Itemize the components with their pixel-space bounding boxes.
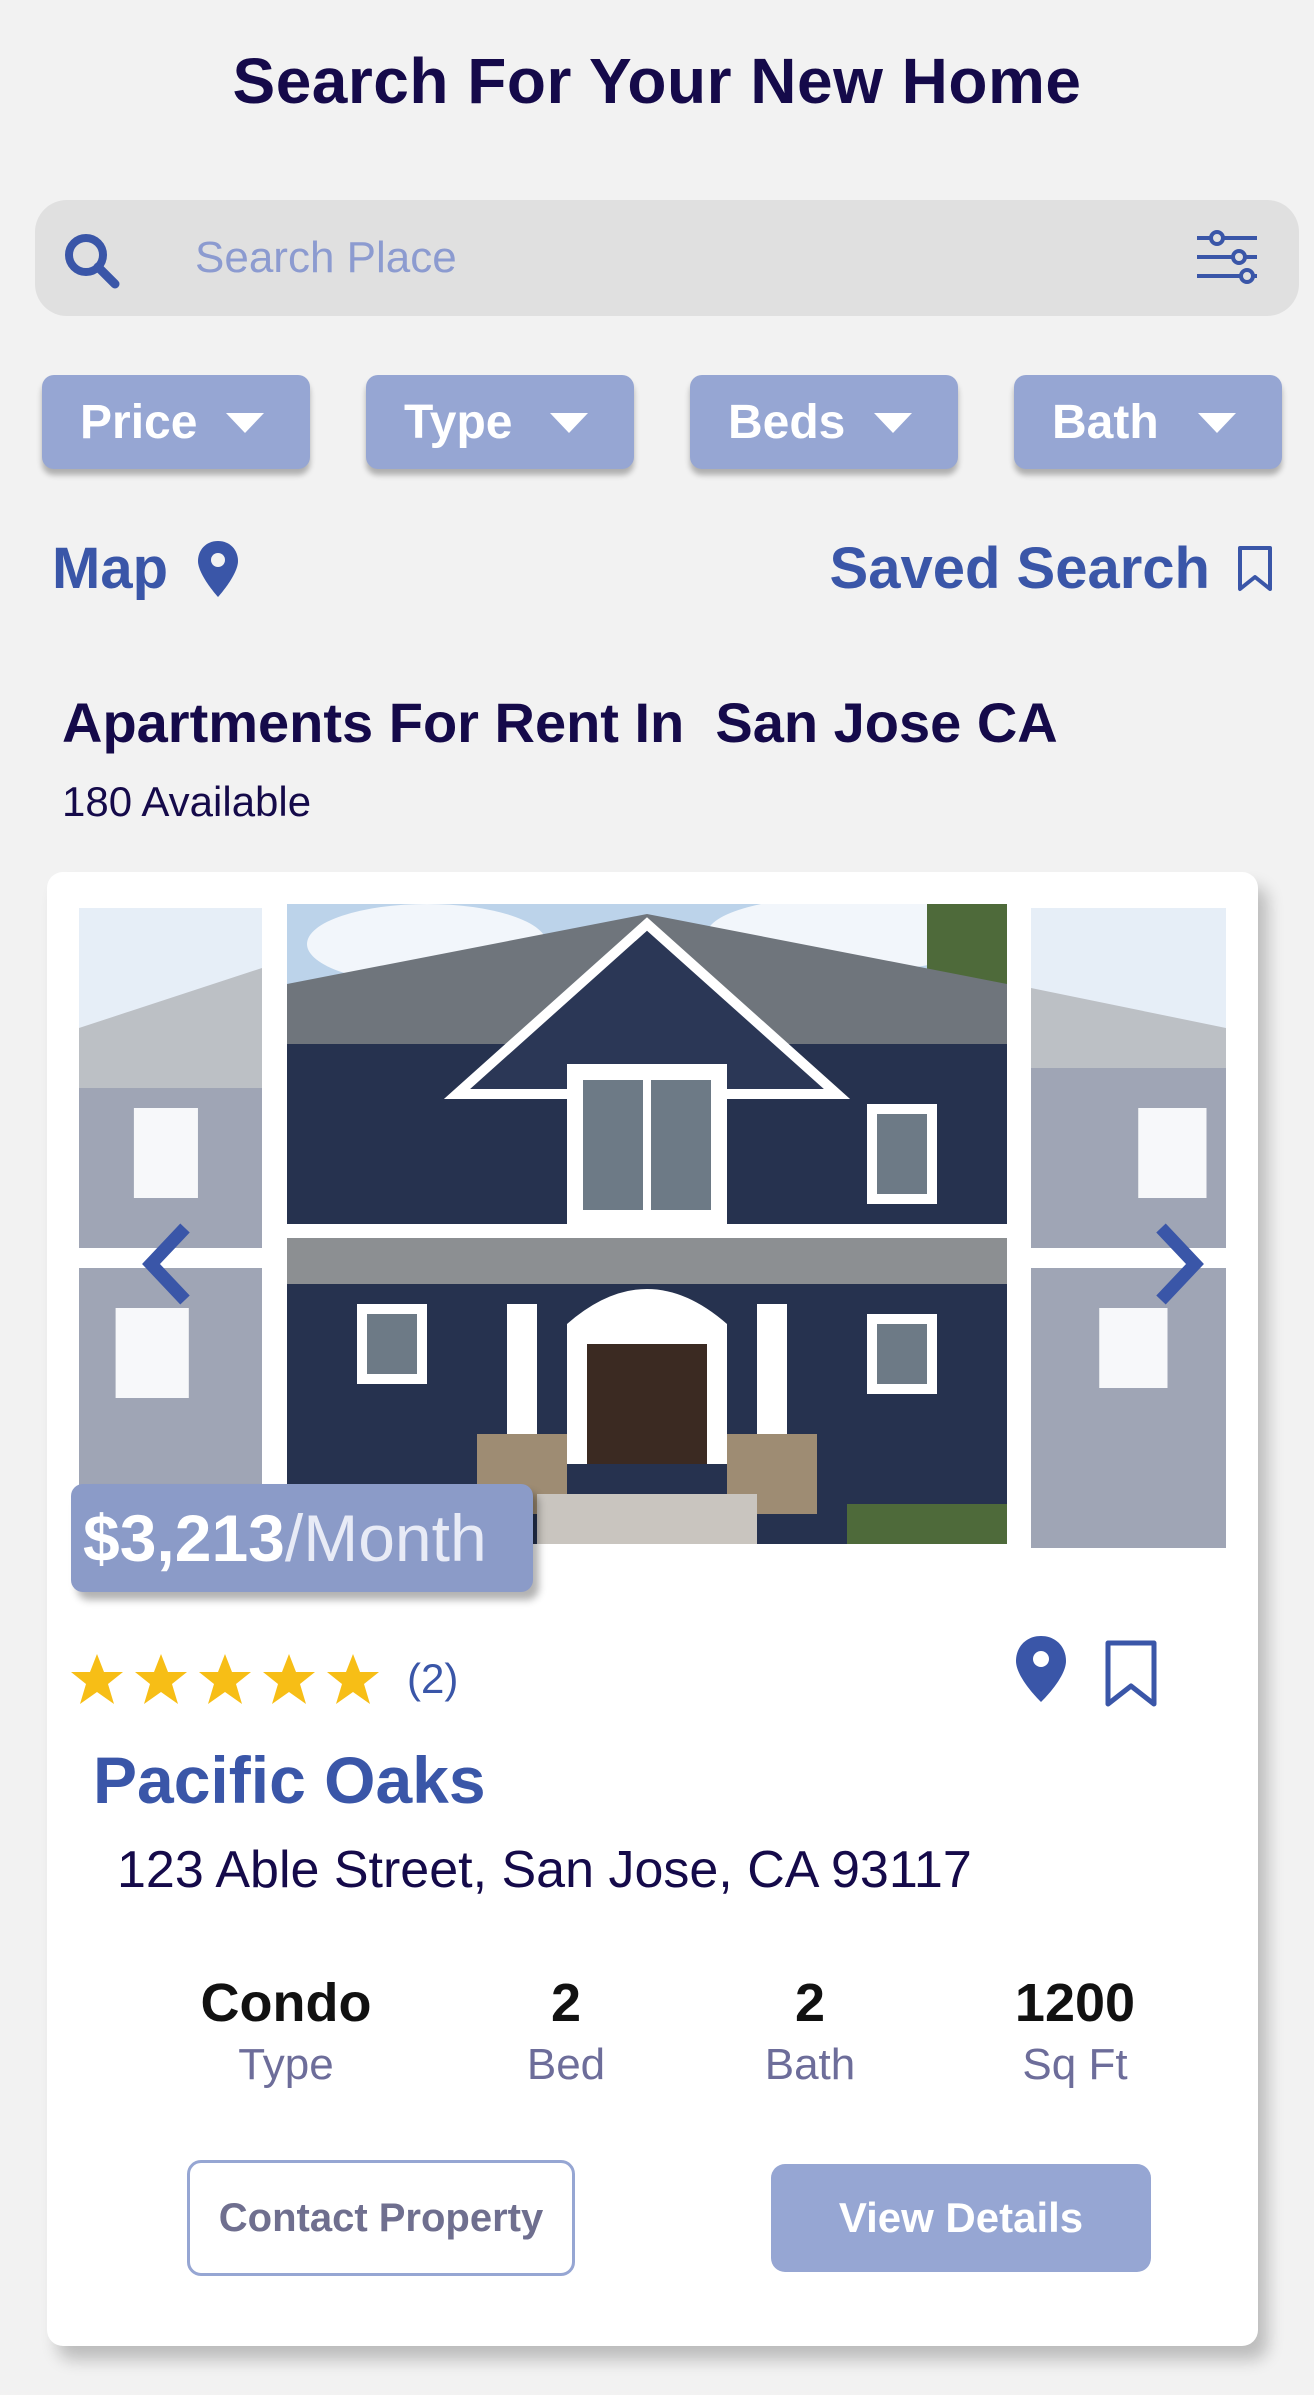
filter-bath-button[interactable]: Bath — [1014, 375, 1282, 469]
search-bar — [35, 200, 1299, 316]
stat-label: Bed — [526, 2040, 606, 2089]
page-title: Search For Your New Home — [232, 45, 1082, 117]
filter-label: Bath — [1052, 395, 1159, 449]
house-photo-image — [79, 908, 262, 1488]
star-icon — [263, 1654, 315, 1704]
available-count: 180 Available — [62, 778, 312, 825]
star-icon — [327, 1654, 379, 1704]
map-pin-icon[interactable] — [1013, 1634, 1069, 1704]
stat-value: Condo — [200, 1973, 372, 2033]
review-count[interactable]: (2) — [407, 1655, 458, 1703]
bookmark-icon[interactable] — [1104, 1640, 1158, 1708]
price-amount: $3,213 — [83, 1501, 285, 1575]
chevron-left-icon[interactable] — [139, 1222, 199, 1306]
stat-sqft: 1200 Sq Ft — [945, 1972, 1205, 2090]
map-pin-icon — [198, 540, 238, 597]
chevron-right-icon[interactable] — [1147, 1222, 1207, 1306]
house-photo-image — [287, 904, 1007, 1544]
caret-down-icon — [1198, 413, 1236, 433]
bookmark-icon — [1238, 545, 1272, 591]
stat-value: 2 — [550, 1973, 582, 2033]
filter-type-button[interactable]: Type — [366, 375, 634, 469]
price-badge: $3,213 /Month — [71, 1484, 533, 1592]
main-photo[interactable] — [287, 904, 1007, 1544]
stat-value: 2 — [794, 1973, 826, 2033]
sliders-icon[interactable] — [1195, 228, 1259, 286]
photo-carousel[interactable] — [47, 872, 1258, 1572]
map-label: Map — [52, 536, 168, 601]
filter-price-button[interactable]: Price — [42, 375, 310, 469]
price-unit: /Month — [284, 1501, 487, 1575]
search-icon[interactable] — [59, 228, 123, 292]
filter-beds-button[interactable]: Beds — [690, 375, 958, 469]
star-icon — [135, 1654, 187, 1704]
saved-search-label: Saved Search — [829, 536, 1210, 601]
results-heading: Apartments For Rent In San Jose CA — [62, 691, 1058, 754]
caret-down-icon — [874, 413, 912, 433]
stat-bath: 2 Bath — [680, 1972, 940, 2090]
property-name[interactable]: Pacific Oaks — [93, 1742, 486, 1818]
stat-value: 1200 — [1014, 1973, 1136, 2033]
property-address: 123 Able Street, San Jose, CA 93117 — [117, 1841, 972, 1899]
stat-label: Type — [238, 2040, 334, 2089]
star-icon — [199, 1654, 251, 1704]
caret-down-icon — [226, 413, 264, 433]
star-icon — [71, 1654, 123, 1704]
contact-property-button[interactable]: Contact Property — [187, 2160, 575, 2276]
listing-card[interactable]: $3,213 /Month (2) Pacific Oaks 123 Able … — [47, 872, 1258, 2346]
caret-down-icon — [550, 413, 588, 433]
stat-bed: 2 Bed — [436, 1972, 696, 2090]
previous-photo[interactable] — [79, 908, 262, 1488]
stat-label: Sq Ft — [1022, 2040, 1128, 2089]
filter-label: Beds — [728, 395, 846, 449]
filter-label: Type — [404, 395, 513, 449]
search-input[interactable] — [195, 228, 1095, 288]
view-details-button[interactable]: View Details — [771, 2164, 1151, 2272]
filter-label: Price — [80, 395, 198, 449]
map-link[interactable]: Map — [52, 535, 240, 602]
rating: (2) — [69, 1652, 458, 1706]
saved-search-link[interactable]: Saved Search — [830, 535, 1274, 602]
stat-label: Bath — [764, 2040, 856, 2089]
stat-type: Condo Type — [156, 1972, 416, 2090]
